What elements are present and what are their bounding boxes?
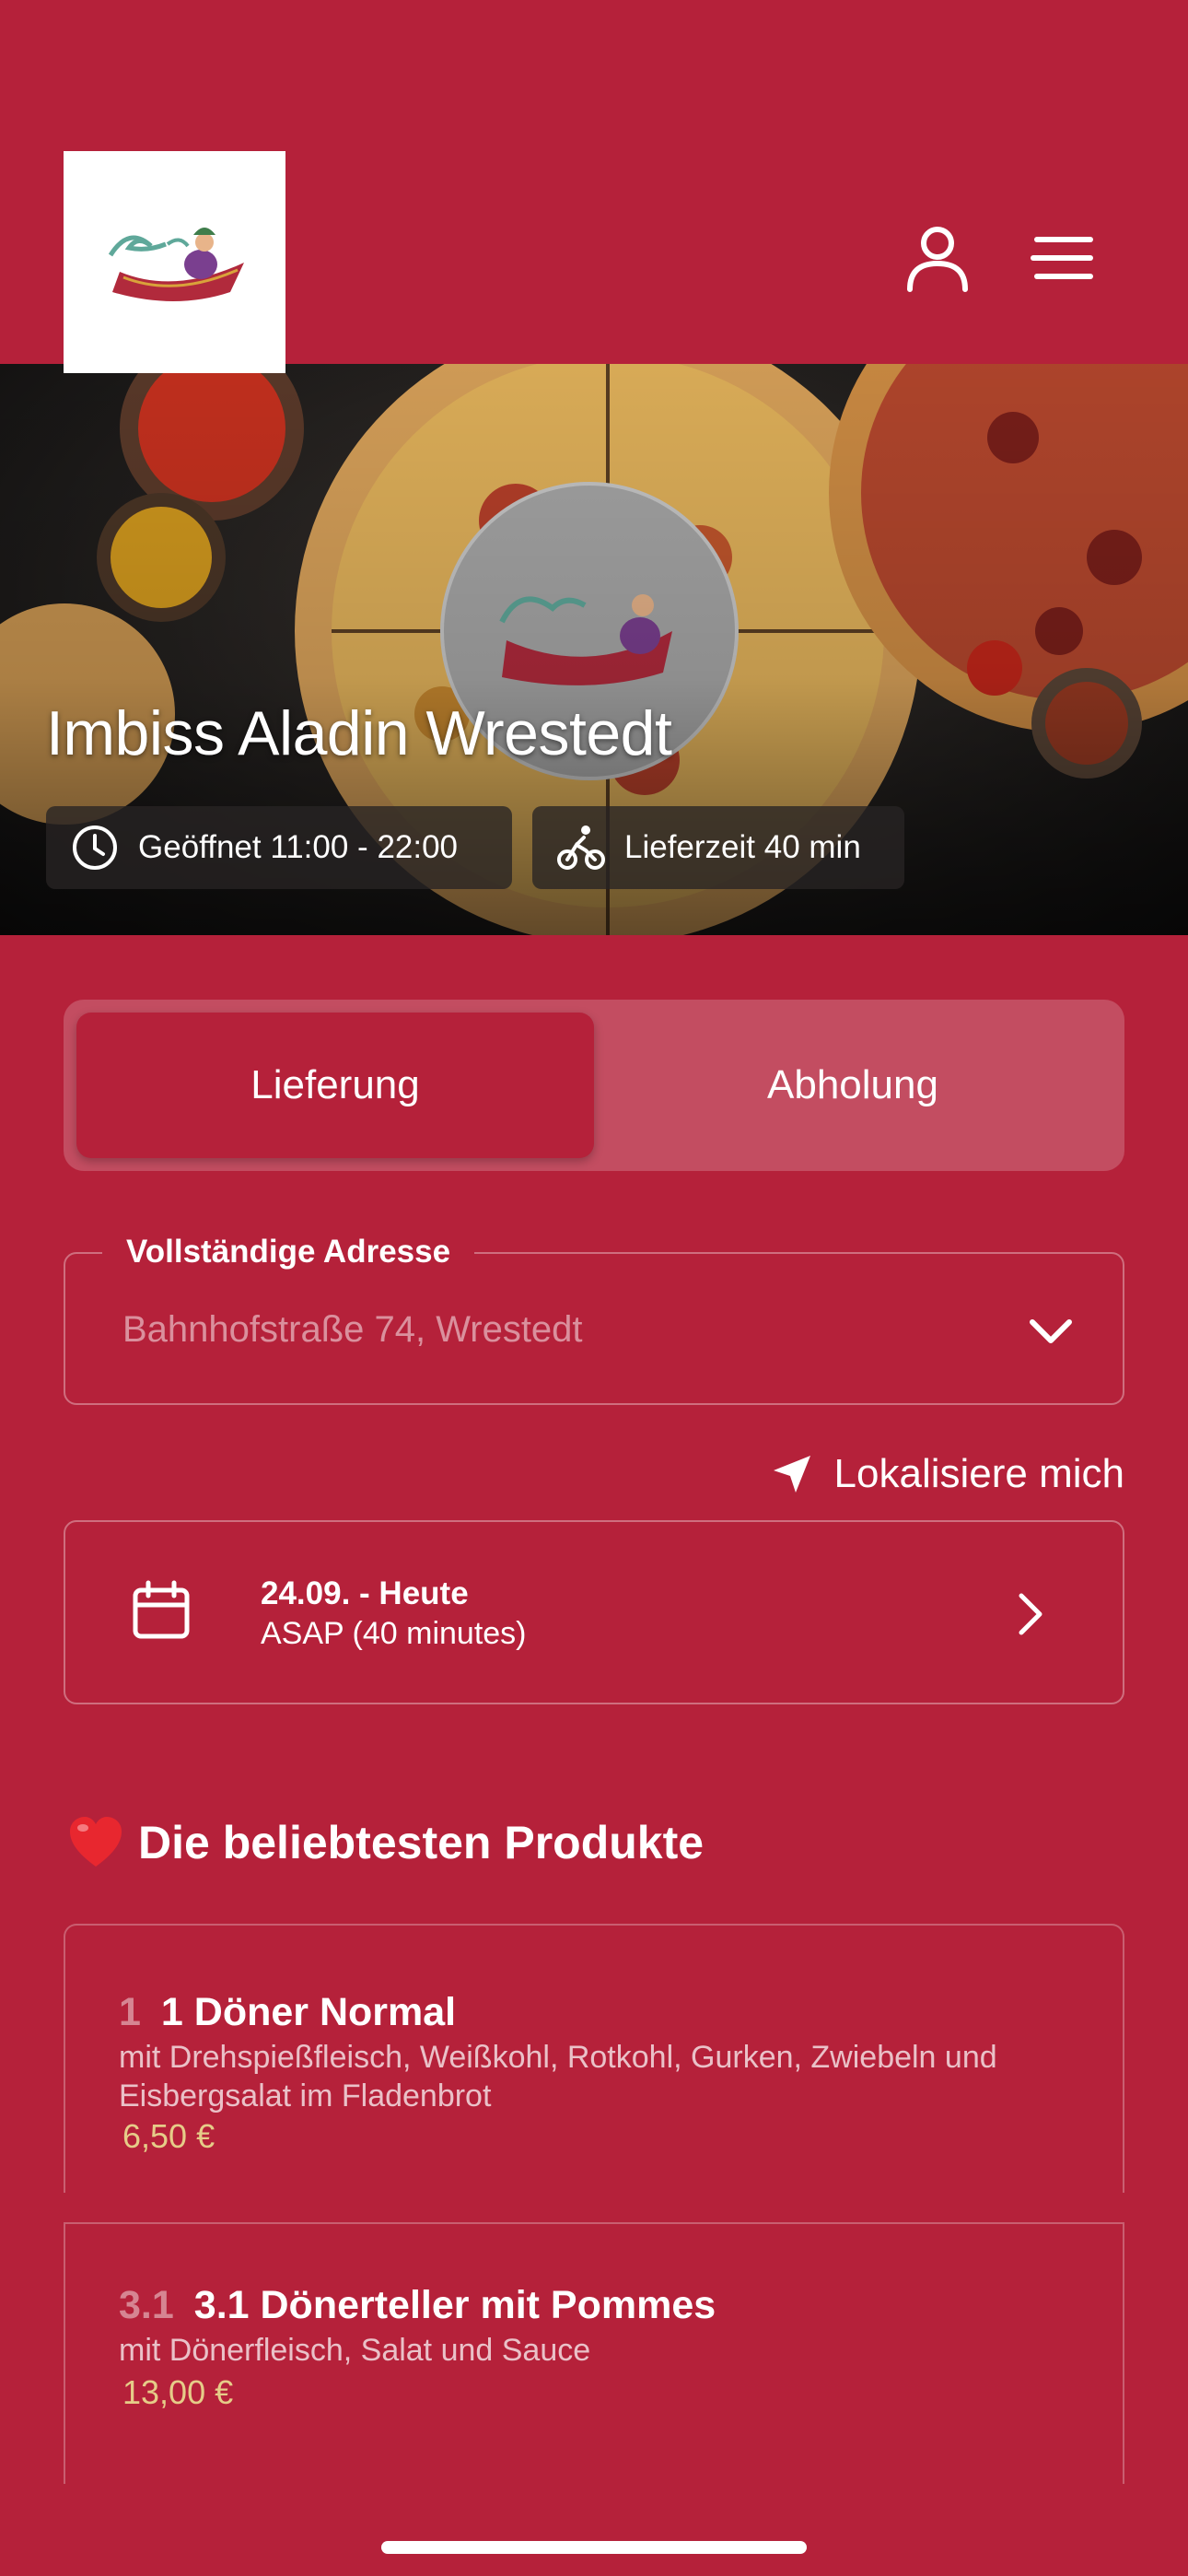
- popular-products-heading: Die beliebtesten Produkte: [66, 1813, 704, 1872]
- chevron-down-icon: [1030, 1319, 1072, 1343]
- product-price: 13,00 €: [122, 2373, 234, 2411]
- home-indicator[interactable]: [381, 2541, 807, 2554]
- product-card[interactable]: 1 1 Döner Normal mit Drehspießfleisch, W…: [64, 1924, 1124, 2193]
- opening-hours-chip: Geöffnet 11:00 - 22:00: [46, 806, 512, 889]
- menu-icon[interactable]: [1026, 221, 1100, 295]
- bicycle-icon: [557, 825, 605, 870]
- product-name: 1 Döner Normal: [160, 1990, 457, 2034]
- locate-me-button[interactable]: Lokalisiere mich: [770, 1445, 1124, 1504]
- product-number: 1: [119, 1990, 141, 2034]
- address-label: Vollständige Adresse: [102, 1224, 475, 1280]
- delivery-time-chip: Lieferzeit 40 min: [532, 806, 904, 889]
- chevron-right-icon: [1019, 1593, 1042, 1635]
- product-description: mit Drehspießfleisch, Weißkohl, Rotkohl,…: [119, 2040, 997, 2113]
- product-price: 6,50 €: [122, 2117, 215, 2155]
- calendar-icon: [133, 1580, 190, 1639]
- product-card[interactable]: 3.1 3.1 Dönerteller mit Pommes mit Döner…: [64, 2222, 1124, 2484]
- restaurant-hero: Imbiss Aladin Wrestedt Geöffnet 11:00 - …: [0, 364, 1188, 935]
- product-number: 3.1: [119, 2283, 174, 2327]
- clock-icon: [73, 825, 117, 870]
- address-value: Bahnhofstraße 74, Wrestedt: [122, 1309, 583, 1350]
- pickup-tab[interactable]: Abholung: [594, 1013, 1112, 1158]
- delivery-tab[interactable]: Lieferung: [76, 1013, 594, 1158]
- popular-products-title: Die beliebtesten Produkte: [138, 1817, 705, 1868]
- schedule-date: 24.09. - Heute: [261, 1575, 469, 1611]
- product-description: mit Dönerfleisch, Salat und Sauce: [119, 2333, 591, 2368]
- heart-icon: [70, 1817, 122, 1867]
- user-icon[interactable]: [901, 221, 974, 295]
- order-mode-toggle: Lieferung Abholung: [64, 1000, 1124, 1171]
- delivery-schedule-card[interactable]: 24.09. - Heute ASAP (40 minutes): [64, 1520, 1124, 1704]
- restaurant-name: Imbiss Aladin Wrestedt: [46, 698, 672, 768]
- opening-hours-text: Geöffnet 11:00 - 22:00: [138, 829, 459, 865]
- app-header: [0, 0, 1188, 373]
- address-select[interactable]: Vollständige Adresse Bahnhofstraße 74, W…: [64, 1224, 1124, 1405]
- locate-me-label: Lokalisiere mich: [833, 1451, 1124, 1496]
- location-arrow-icon: [773, 1456, 810, 1493]
- product-name: 3.1 Dönerteller mit Pommes: [193, 2283, 716, 2327]
- schedule-time: ASAP (40 minutes): [261, 1616, 527, 1651]
- aladin-logo-icon: [108, 227, 244, 301]
- delivery-time-text: Lieferzeit 40 min: [624, 829, 861, 865]
- restaurant-logo[interactable]: [64, 151, 285, 373]
